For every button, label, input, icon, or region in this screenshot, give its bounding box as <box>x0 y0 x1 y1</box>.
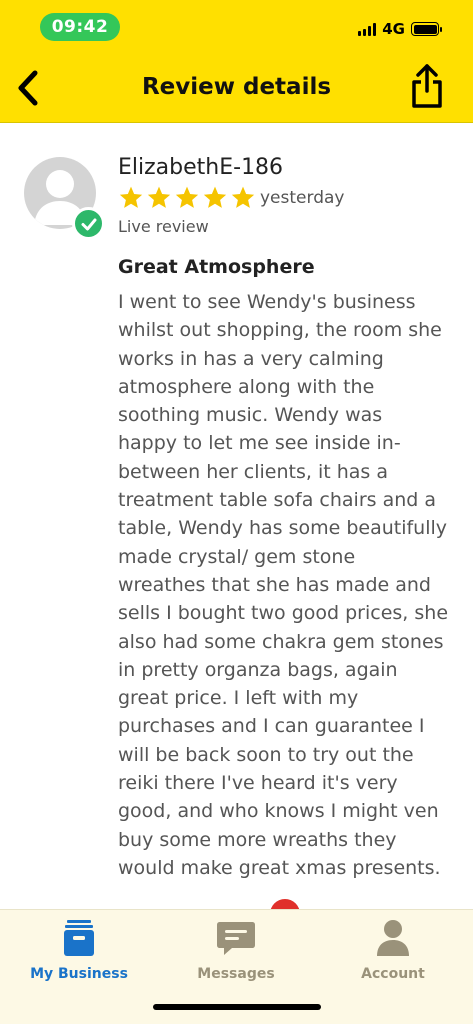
review-body-line: good, and who knows I might ven <box>118 800 439 823</box>
review-body-line: reiki there I've heard it's very <box>118 772 398 795</box>
tab-label: My Business <box>30 966 128 982</box>
review-body-line: in pretty organza bags, again <box>118 658 398 681</box>
tab-account[interactable]: Account <box>323 918 463 988</box>
review-status: Live review <box>118 217 209 236</box>
page-title: Review details <box>141 74 332 100</box>
archive-box-icon <box>64 920 94 956</box>
review-body-line: also had some chakra gem stones <box>118 630 444 653</box>
signal-icon <box>358 22 377 36</box>
star-icon <box>147 186 171 208</box>
review-body-line: would make great xmas presents. <box>118 856 441 879</box>
star-icon <box>175 186 199 208</box>
review-body-line: sells I bought two good prices, she <box>118 602 449 625</box>
review-body-line: soothing music. Wendy was <box>118 404 383 427</box>
review-body-line: I went to see Wendy's business <box>118 291 416 313</box>
review-body-line: great price. I left with my <box>118 687 359 710</box>
header-bar: 09:42 4G Review details <box>0 0 473 123</box>
review-body-line: between her clients, it has a <box>118 460 388 483</box>
share-button[interactable] <box>407 62 447 110</box>
star-icon <box>203 186 227 208</box>
status-time: 09:42 <box>40 13 120 41</box>
review-body-line: wreathes that she has made and <box>118 573 431 596</box>
review-body-line: will be back soon to try out the <box>118 743 414 766</box>
share-icon <box>412 64 442 108</box>
review-body-line: purchases and I can guarantee I <box>118 715 425 738</box>
review-body: I went to see Wendy's business whilst out… <box>118 288 454 882</box>
person-icon <box>377 920 409 956</box>
review-title: Great Atmosphere <box>118 256 315 278</box>
status-indicators: 4G <box>358 20 442 38</box>
tab-messages[interactable]: Messages <box>166 918 306 988</box>
verified-badge-icon <box>72 207 105 240</box>
home-indicator <box>153 1004 321 1010</box>
review-body-line: atmosphere along with the <box>118 375 375 398</box>
review-date: yesterday <box>260 188 345 208</box>
review-body-line: buy some more wreaths they <box>118 828 397 851</box>
review-body-line: works in has a very calming <box>118 347 384 370</box>
star-icon <box>231 186 255 208</box>
review-body-line: table, Wendy has some beautifully <box>118 517 448 540</box>
reviewer-name: ElizabethE-186 <box>118 155 284 180</box>
battery-icon <box>411 22 442 36</box>
tab-my-business[interactable]: My Business <box>9 918 149 988</box>
tab-label: Messages <box>197 966 275 982</box>
star-icon <box>119 186 143 208</box>
review-body-line: happy to let me see inside in- <box>118 432 401 455</box>
star-rating <box>118 185 256 210</box>
tab-label: Account <box>361 966 425 982</box>
network-type: 4G <box>382 20 405 38</box>
review-body-line: made crystal/ gem stone <box>118 545 356 568</box>
message-icon <box>217 922 255 955</box>
review-body-line: whilst out shopping, the room she <box>118 319 442 342</box>
review-body-line: treatment table sofa chairs and a <box>118 489 436 512</box>
